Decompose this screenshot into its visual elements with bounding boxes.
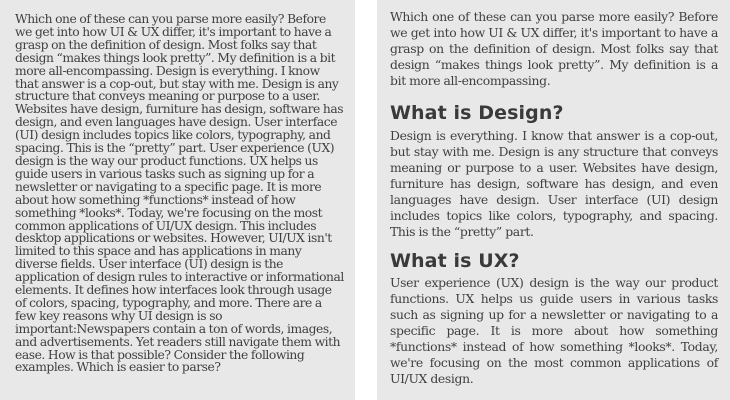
ux-paragraph: User experience (UX) design is the way o… xyxy=(390,275,718,386)
unformatted-paragraph: Which one of these can you parse more ea… xyxy=(15,12,344,375)
heading-what-is-ux: What is UX? xyxy=(390,250,520,272)
intro-paragraph: Which one of these can you parse more ea… xyxy=(390,9,718,88)
formatted-text-panel: Which one of these can you parse more ea… xyxy=(377,0,730,400)
unformatted-text-panel: Which one of these can you parse more ea… xyxy=(0,0,355,400)
design-paragraph: Design is everything. I know that answer… xyxy=(390,128,718,239)
heading-what-is-design: What is Design? xyxy=(390,102,564,124)
